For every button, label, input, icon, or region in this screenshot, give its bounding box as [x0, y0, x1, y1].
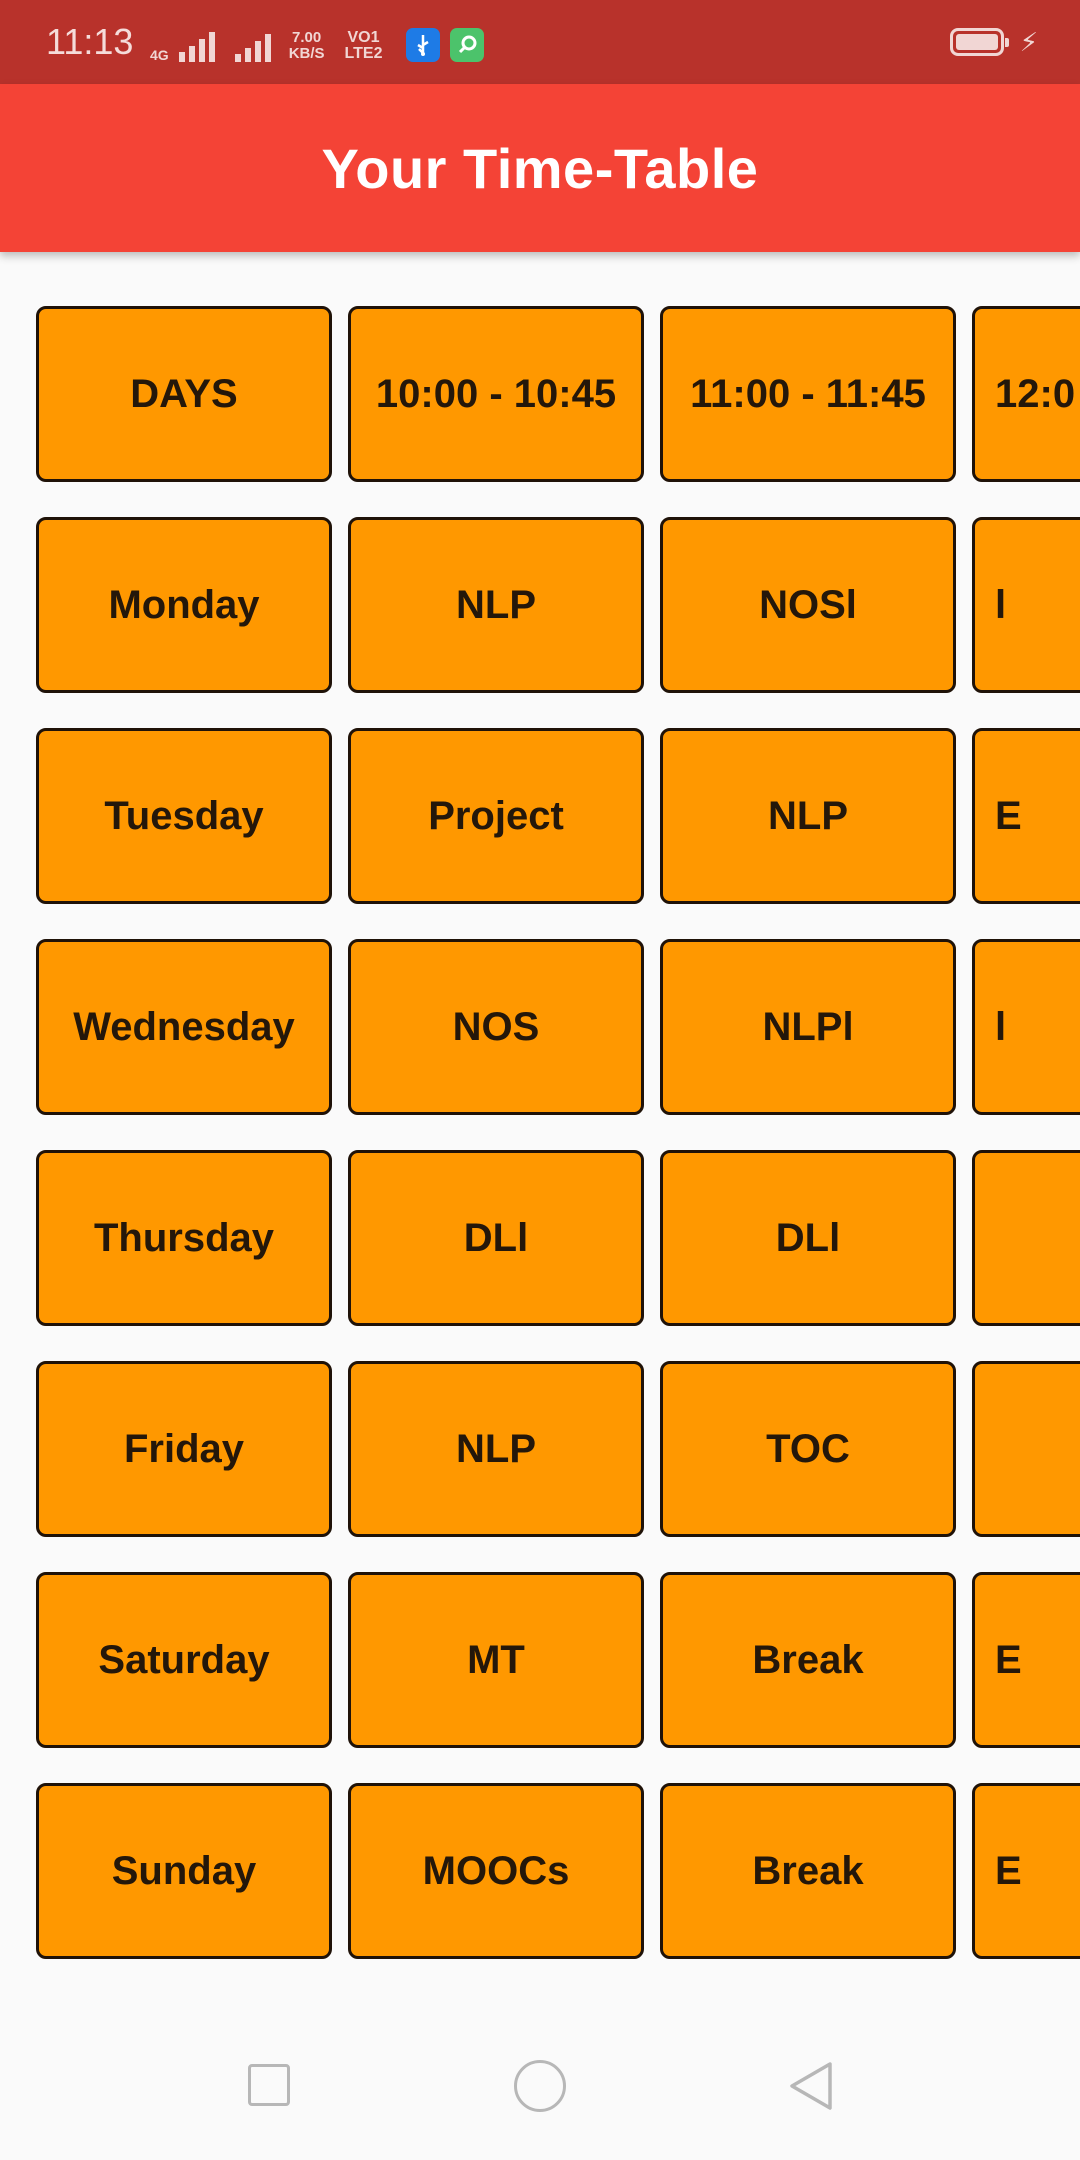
subject-cell: MOOCs [348, 1783, 644, 1959]
subject-cell [972, 1150, 1080, 1326]
subject-cell: MT [348, 1572, 644, 1748]
subject-cell: Project [348, 728, 644, 904]
subject-cell: NLP [660, 728, 956, 904]
subject-cell: NOSl [660, 517, 956, 693]
volte-bottom: LTE2 [344, 45, 383, 62]
page-title: Your Time-Table [321, 136, 759, 200]
speed-unit: KB/S [288, 45, 325, 62]
battery-icon [949, 28, 1009, 56]
network-indicator: 4G [150, 48, 169, 62]
header-cell-slot-2: 11:00 - 11:45 [660, 306, 956, 482]
day-cell-sunday: Sunday [36, 1783, 332, 1959]
subject-cell: E [972, 1572, 1080, 1748]
status-time: 11:13 [46, 21, 134, 62]
subject-cell: Break [660, 1783, 956, 1959]
signal-icon [234, 30, 271, 62]
subject-cell: NLP [348, 517, 644, 693]
subject-cell: E [972, 728, 1080, 904]
day-cell-monday: Monday [36, 517, 332, 693]
subject-cell: TOC [660, 1361, 956, 1537]
subject-cell: Break [660, 1572, 956, 1748]
network-type-label: 4G [150, 47, 169, 63]
volte-top: VO1 [347, 29, 380, 46]
signal-icon [178, 30, 215, 62]
back-icon[interactable] [786, 2060, 834, 2112]
battery-area: ⚡ [949, 26, 1038, 58]
subject-cell: DLl [348, 1150, 644, 1326]
header-cell-days: DAYS [36, 306, 332, 482]
subject-cell: l [972, 517, 1080, 693]
subject-cell: E [972, 1783, 1080, 1959]
subject-cell [972, 1361, 1080, 1537]
header-cell-slot-1: 10:00 - 10:45 [348, 306, 644, 482]
navigation-bar [0, 1982, 1080, 2160]
home-icon[interactable] [514, 2060, 566, 2112]
app-notification-icon [450, 28, 485, 62]
usb-icon [406, 28, 441, 62]
status-bar: 11:13 4G 7.00 KB/S VO1 LTE2 ⚡ [0, 0, 1080, 84]
charging-bolt-icon: ⚡ [1019, 27, 1038, 57]
subject-cell: DLl [660, 1150, 956, 1326]
day-cell-wednesday: Wednesday [36, 939, 332, 1115]
timetable-grid[interactable]: DAYS 10:00 - 10:45 11:00 - 11:45 12:0 Mo… [0, 252, 1080, 1982]
volte-indicator: VO1 LTE2 [345, 30, 383, 62]
app-bar: Your Time-Table [0, 84, 1080, 252]
subject-cell: NLPl [660, 939, 956, 1115]
speed-value: 7.00 [292, 29, 322, 46]
recent-apps-icon[interactable] [248, 2064, 290, 2106]
day-cell-friday: Friday [36, 1361, 332, 1537]
day-cell-saturday: Saturday [36, 1572, 332, 1748]
network-speed: 7.00 KB/S [289, 30, 325, 62]
subject-cell: l [972, 939, 1080, 1115]
subject-cell: NOS [348, 939, 644, 1115]
status-icons: 4G 7.00 KB/S VO1 LTE2 [150, 26, 485, 62]
subject-cell: NLP [348, 1361, 644, 1537]
day-cell-thursday: Thursday [36, 1150, 332, 1326]
header-cell-slot-3: 12:0 [972, 306, 1080, 482]
day-cell-tuesday: Tuesday [36, 728, 332, 904]
